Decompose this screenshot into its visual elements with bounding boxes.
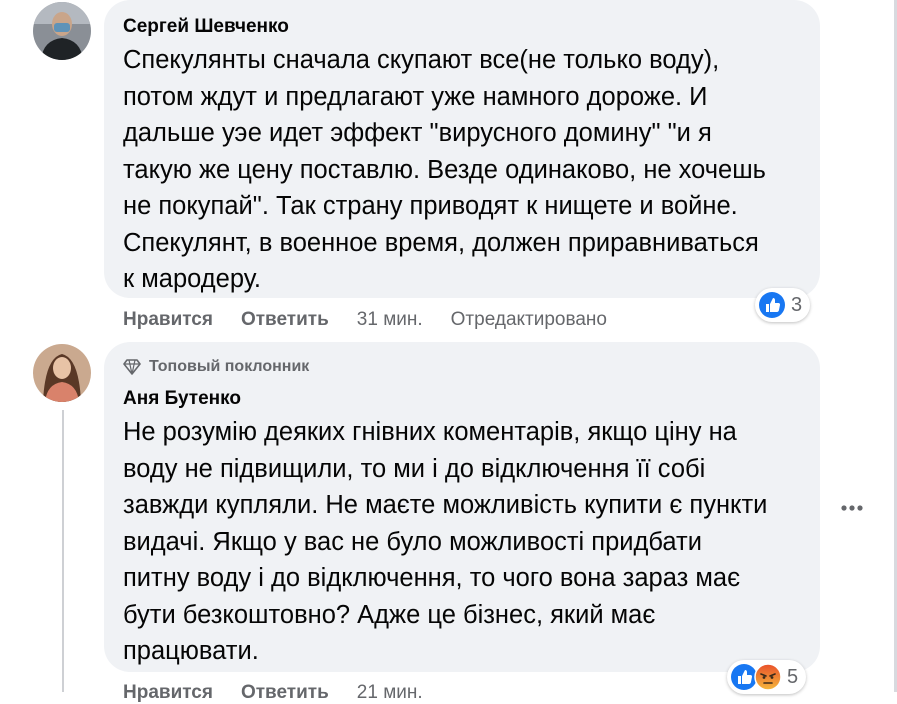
comment-actions: Нравится Ответить 31 мин. Отредактирован…	[123, 309, 607, 331]
like-button[interactable]: Нравится	[123, 682, 213, 704]
more-options-icon[interactable]	[834, 498, 870, 518]
reply-button[interactable]: Ответить	[241, 682, 329, 704]
reaction-summary[interactable]: 5	[727, 660, 807, 694]
comment-text: Спекулянты сначала скупают все(не только…	[123, 42, 813, 298]
thread-line	[62, 410, 64, 692]
reaction-count: 3	[791, 293, 803, 316]
avatar[interactable]	[33, 344, 91, 402]
comment-text-line: Не розумію деяких гнівних коментарів, як…	[123, 418, 737, 446]
diamond-icon	[123, 359, 141, 375]
comment-text-line: дальше уэе идет эффект "вирусного домину…	[123, 119, 712, 147]
like-icon	[759, 292, 785, 318]
comment-text-line: працювати.	[123, 637, 259, 665]
angry-icon	[754, 663, 782, 691]
comment-text: Не розумію деяких гнівних коментарів, як…	[123, 414, 813, 670]
top-fan-badge: Топовый поклонник	[123, 358, 309, 376]
reaction-summary[interactable]: 3	[755, 288, 811, 322]
comment-text-line: воду не підвищили, то ми і до відключенн…	[123, 454, 706, 483]
reply-button[interactable]: Ответить	[241, 309, 329, 331]
comment-text-line: питну воду і до відключення, то чого вон…	[123, 564, 741, 592]
comment-author[interactable]: Аня Бутенко	[123, 388, 241, 410]
comment-text-line: бути безкоштовно? Адже це бізнес, який м…	[123, 600, 656, 629]
badge-label: Топовый поклонник	[149, 358, 310, 375]
comment-text-line: такую же цену поставлю. Везде одинаково,…	[123, 155, 766, 184]
comment-author[interactable]: Сергей Шевченко	[123, 16, 289, 38]
comment-actions: Нравится Ответить 21 мин.	[123, 682, 423, 704]
reaction-count: 5	[787, 665, 799, 688]
comment-text-line: к мародеру.	[123, 265, 261, 293]
comment-text-line: Спекулянт, в военное время, должен прира…	[123, 228, 759, 257]
comment-timestamp[interactable]: 21 мин.	[357, 682, 423, 704]
avatar[interactable]	[33, 2, 91, 60]
comment-text-line: видачі. Якщо у вас не було можливості пр…	[123, 527, 702, 556]
comment-text-line: не покупай". Так страну приводят к нищет…	[123, 192, 738, 220]
comment-text-line: Спекулянты сначала скупают все(не только…	[123, 46, 720, 74]
comment-text-line: потом ждут и предлагают уже намного доро…	[123, 82, 708, 111]
like-button[interactable]: Нравится	[123, 309, 213, 331]
edited-label[interactable]: Отредактировано	[451, 309, 607, 331]
comment-timestamp[interactable]: 31 мин.	[357, 309, 423, 331]
comment-text-line: завжди купляли. Не маєте можливість купи…	[123, 491, 768, 519]
